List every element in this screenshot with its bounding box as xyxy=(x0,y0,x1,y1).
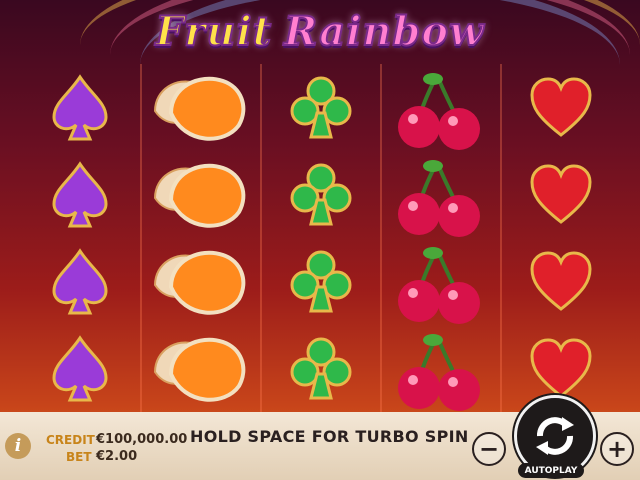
purple-spade-icon xyxy=(52,160,108,227)
purple-spade-icon xyxy=(52,334,108,401)
orange-slices-icon xyxy=(153,163,246,228)
cherries-icon xyxy=(398,333,480,411)
orange-slices-icon xyxy=(153,250,246,315)
green-club-icon xyxy=(290,76,352,138)
purple-spade-icon xyxy=(52,247,108,314)
cherries-symbol xyxy=(382,151,500,238)
reel-4 xyxy=(380,64,500,412)
red-heart-symbol xyxy=(502,64,620,151)
logo-word-fruit: Fruit xyxy=(155,7,273,56)
red-heart-icon xyxy=(530,163,592,224)
green-club-symbol xyxy=(262,238,380,325)
logo-word-rainbow: Rainbow xyxy=(283,7,485,56)
turbo-spin-message: HOLD SPACE FOR TURBO SPIN xyxy=(190,427,469,446)
spin-arrows-icon xyxy=(536,417,574,455)
credit-label: CREDIT xyxy=(46,433,95,447)
green-club-icon xyxy=(290,337,352,399)
green-club-icon xyxy=(290,250,352,312)
purple-spade-symbol xyxy=(20,64,140,151)
cherries-symbol xyxy=(382,238,500,325)
orange-slices-icon xyxy=(153,337,246,402)
bet-decrease-button[interactable]: − xyxy=(472,432,506,466)
reel-1 xyxy=(20,64,140,412)
cherries-symbol xyxy=(382,64,500,151)
red-heart-symbol xyxy=(502,238,620,325)
green-club-symbol xyxy=(262,64,380,151)
orange-slices-symbol xyxy=(142,325,260,412)
cherries-icon xyxy=(398,72,480,150)
bet-increase-button[interactable]: + xyxy=(600,432,634,466)
red-heart-icon xyxy=(530,76,592,137)
orange-slices-symbol xyxy=(142,64,260,151)
reel-grid xyxy=(20,64,620,412)
info-button[interactable]: i xyxy=(5,433,31,459)
green-club-icon xyxy=(290,163,352,225)
orange-slices-icon xyxy=(153,76,246,141)
reel-5 xyxy=(500,64,620,412)
red-heart-symbol xyxy=(502,151,620,238)
purple-spade-symbol xyxy=(20,238,140,325)
game-logo: Fruit Rainbow xyxy=(0,6,640,56)
red-heart-icon xyxy=(530,337,592,398)
bet-label: BET xyxy=(66,450,92,464)
purple-spade-icon xyxy=(52,73,108,140)
bet-value: €2.00 xyxy=(96,449,138,464)
reel-3 xyxy=(260,64,380,412)
cherries-icon xyxy=(398,246,480,324)
red-heart-icon xyxy=(530,250,592,311)
credit-value: €100,000.00 xyxy=(96,432,188,447)
autoplay-button[interactable]: AUTOPLAY xyxy=(518,463,584,478)
purple-spade-symbol xyxy=(20,325,140,412)
green-club-symbol xyxy=(262,151,380,238)
reel-2 xyxy=(140,64,260,412)
orange-slices-symbol xyxy=(142,151,260,238)
purple-spade-symbol xyxy=(20,151,140,238)
orange-slices-symbol xyxy=(142,238,260,325)
green-club-symbol xyxy=(262,325,380,412)
cherries-symbol xyxy=(382,325,500,412)
cherries-icon xyxy=(398,159,480,237)
